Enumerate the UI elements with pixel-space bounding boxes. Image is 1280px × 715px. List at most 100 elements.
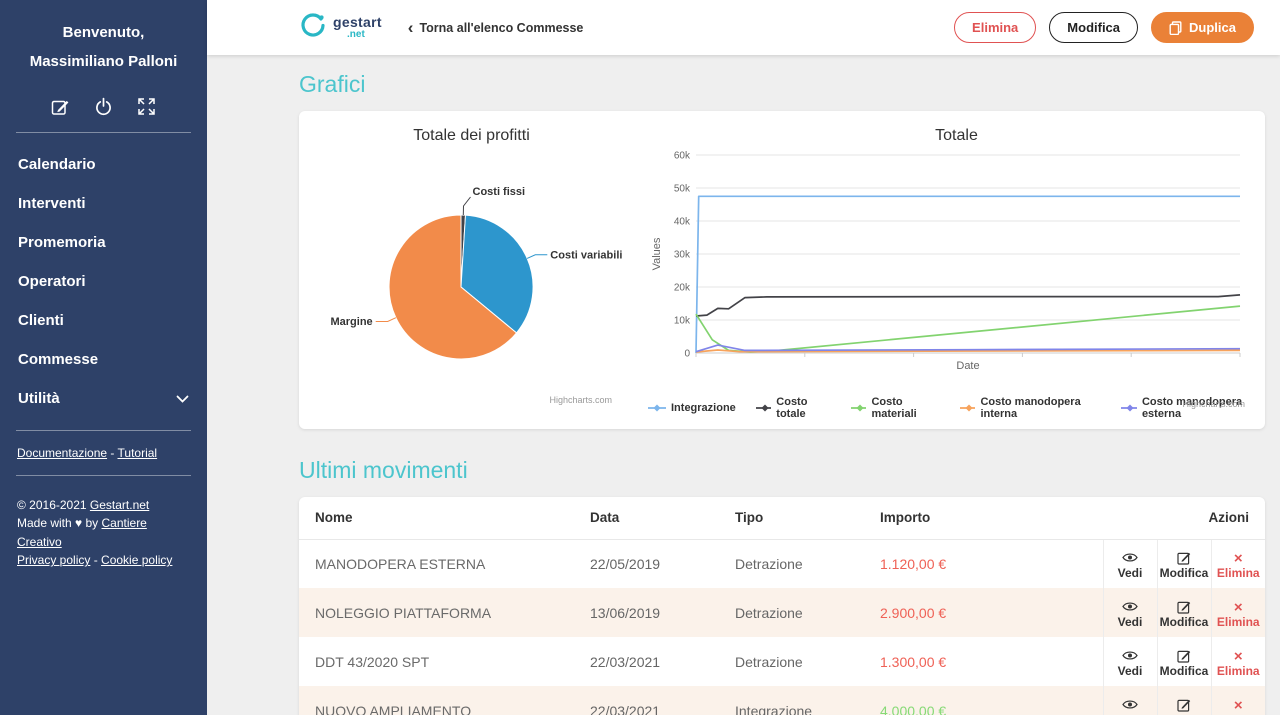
legend-item[interactable]: Costo materiali (851, 396, 940, 420)
movements-table: Nome Data Tipo Importo Azioni MANODOPERA… (299, 497, 1265, 715)
action-vedi[interactable]: Vedi (1103, 686, 1157, 715)
copyright-line: © 2016-2021 Gestart.net (17, 496, 190, 515)
action-vedi[interactable]: Vedi (1103, 588, 1157, 637)
sidebar-quick-actions (0, 97, 207, 116)
sidebar-item-calendario[interactable]: Calendario (0, 145, 207, 184)
user-name: Massimiliano Palloni (0, 47, 207, 76)
line-chart[interactable]: 010k20k30k40k50k60kDateValues (648, 149, 1248, 389)
legend-item[interactable]: Costo manodopera interna (960, 396, 1101, 420)
cookie-policy-link[interactable]: Cookie policy (101, 553, 172, 567)
action-modifica[interactable]: Modifica (1157, 588, 1211, 637)
line-chart-section: Totale 010k20k30k40k50k60kDateValues Int… (644, 127, 1265, 421)
svg-text:30k: 30k (674, 250, 691, 261)
series-line (696, 295, 1240, 316)
cell-data: 22/03/2021 (574, 686, 719, 715)
table-header-row: Nome Data Tipo Importo Azioni (299, 497, 1265, 539)
pie-label: Margine (331, 316, 373, 328)
action-modifica[interactable]: Modifica (1157, 539, 1211, 588)
pie-label: Costi fissi (473, 186, 526, 198)
tutorial-link[interactable]: Tutorial (118, 446, 158, 460)
pie-chart-section: Totale dei profitti Costi fissiCosti var… (299, 127, 644, 421)
gestart-logo[interactable]: gestart .net (300, 12, 382, 43)
legend-label: Costo materiali (871, 396, 939, 420)
action-elimina[interactable]: ×Elimina (1211, 686, 1265, 715)
sidebar-item-label: Commesse (18, 351, 98, 368)
action-vedi[interactable]: Vedi (1103, 539, 1157, 588)
line-chart-title: Totale (648, 127, 1265, 149)
cell-importo: 1.120,00 € (864, 539, 1103, 588)
logo-name: gestart (333, 15, 382, 29)
duplica-button[interactable]: Duplica (1151, 12, 1254, 43)
series-line (696, 196, 1240, 353)
logout-power-icon[interactable] (94, 97, 113, 116)
legend-label: Costo manodopera interna (980, 396, 1101, 420)
legend-marker-icon (648, 403, 666, 413)
sidebar-item-label: Utilità (18, 390, 60, 407)
expand-icon[interactable] (137, 97, 156, 116)
series-line (696, 306, 1240, 352)
edit-profile-icon[interactable] (51, 97, 70, 116)
page-content: Grafici Totale dei profitti Costi fissiC… (207, 55, 1280, 715)
legend-marker-icon (756, 403, 771, 413)
documentazione-link[interactable]: Documentazione (17, 446, 107, 460)
column-nome: Nome (299, 497, 574, 539)
svg-text:20k: 20k (674, 283, 691, 294)
sidebar-item-operatori[interactable]: Operatori (0, 262, 207, 301)
edit-icon (1158, 698, 1211, 712)
legend-marker-icon (851, 403, 867, 413)
legend-item[interactable]: Integrazione (648, 402, 736, 414)
modifica-button[interactable]: Modifica (1049, 12, 1138, 43)
legend-marker-icon (960, 403, 976, 413)
sidebar-item-interventi[interactable]: Interventi (0, 184, 207, 223)
eye-icon (1104, 551, 1157, 565)
action-vedi[interactable]: Vedi (1103, 637, 1157, 686)
link-separator: - (107, 446, 117, 460)
eye-icon (1104, 649, 1157, 663)
sidebar-item-clienti[interactable]: Clienti (0, 301, 207, 340)
delete-x-icon: × (1212, 600, 1266, 614)
copy-icon (1169, 21, 1182, 35)
svg-text:0: 0 (684, 349, 690, 360)
cell-importo: 1.300,00 € (864, 637, 1103, 686)
sidebar-item-utilita[interactable]: Utilità (0, 379, 207, 418)
logo-mark-icon (300, 12, 326, 43)
charts-card: Totale dei profitti Costi fissiCosti var… (299, 111, 1265, 429)
table-row: MANODOPERA ESTERNA22/05/2019Detrazione1.… (299, 539, 1265, 588)
pie-chart[interactable]: Costi fissiCosti variabiliMargine (299, 155, 644, 385)
sidebar-menu: Calendario Interventi Promemoria Operato… (0, 145, 207, 418)
logo-net: .net (347, 30, 382, 40)
cell-nome: NOLEGGIO PIATTAFORMA (299, 588, 574, 637)
welcome-block: Benvenuto, Massimiliano Palloni (0, 18, 207, 77)
movements-table-card: Nome Data Tipo Importo Azioni MANODOPERA… (299, 497, 1265, 715)
sidebar-item-commesse[interactable]: Commesse (0, 340, 207, 379)
svg-text:10k: 10k (674, 316, 691, 327)
delete-x-icon: × (1212, 698, 1266, 712)
action-modifica[interactable]: Modifica (1157, 686, 1211, 715)
cell-importo: 2.900,00 € (864, 588, 1103, 637)
sidebar-item-promemoria[interactable]: Promemoria (0, 223, 207, 262)
edit-icon (1158, 649, 1211, 663)
legend-item[interactable]: Costo totale (756, 396, 831, 420)
logo-text: gestart .net (333, 15, 382, 40)
sidebar-item-label: Promemoria (18, 234, 106, 251)
eye-icon (1104, 600, 1157, 614)
table-row: NOLEGGIO PIATTAFORMA13/06/2019Detrazione… (299, 588, 1265, 637)
back-link-label: Torna all'elenco Commesse (419, 21, 583, 35)
table-row: DDT 43/2020 SPT22/03/2021Detrazione1.300… (299, 637, 1265, 686)
action-elimina[interactable]: ×Elimina (1211, 637, 1265, 686)
edit-icon (1158, 551, 1211, 565)
link-separator: - (90, 553, 101, 567)
action-elimina[interactable]: ×Elimina (1211, 539, 1265, 588)
cell-tipo: Integrazione (719, 686, 864, 715)
elimina-button[interactable]: Elimina (954, 12, 1036, 43)
action-modifica[interactable]: Modifica (1157, 637, 1211, 686)
legend-label: Integrazione (671, 402, 736, 414)
back-to-list-link[interactable]: ‹ Torna all'elenco Commesse (408, 19, 584, 36)
privacy-policy-link[interactable]: Privacy policy (17, 553, 90, 567)
table-row: NUOVO AMPLIAMENTO22/03/2021Integrazione4… (299, 686, 1265, 715)
chevron-down-icon (176, 390, 189, 407)
column-data: Data (574, 497, 719, 539)
action-elimina[interactable]: ×Elimina (1211, 588, 1265, 637)
sidebar-item-label: Operatori (18, 273, 86, 290)
gestart-link[interactable]: Gestart.net (90, 498, 149, 512)
